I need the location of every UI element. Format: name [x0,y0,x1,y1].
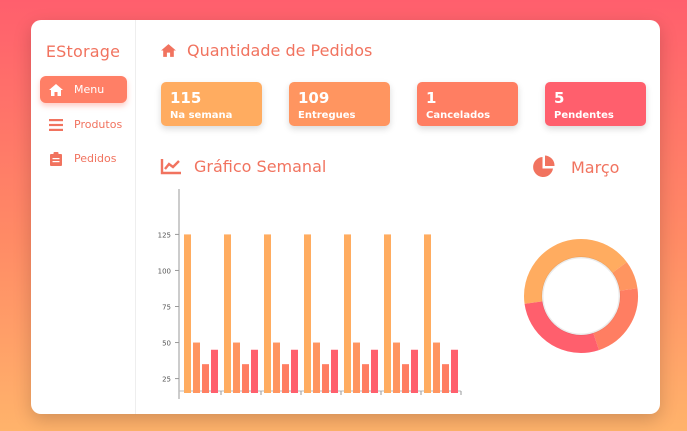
month-donut-chart [524,239,638,353]
sidebar-item-menu[interactable]: Menu [40,76,127,103]
bar [393,342,400,393]
bar [211,349,218,393]
bar [193,342,200,393]
bar [233,342,240,393]
sidebar-item-label: Produtos [74,118,123,131]
weekly-bar-chart: 25 50 75 100 125 [158,189,462,399]
weekly-chart-title-text: Gráfico Semanal [194,157,327,176]
y-tick-label: 75 [162,304,171,312]
clipboard-icon [48,151,64,167]
bar [433,342,440,393]
y-tick-label: 100 [158,267,171,275]
y-tick-label: 25 [162,376,171,384]
bar [384,234,391,393]
bar [331,349,338,393]
bar [202,364,209,393]
stat-value: 109 [298,89,330,107]
dashboard-card: EStorage Menu Produtos Pedidos Quantidad… [31,20,660,414]
page-title: Quantidade de Pedidos [160,41,372,60]
sidebar-item-label: Menu [74,83,105,96]
bar [224,234,231,393]
brand-logo[interactable]: EStorage [31,42,135,61]
bar [362,364,369,393]
sidebar-item-label: Pedidos [74,152,117,165]
stat-label: Pendentes [554,110,614,121]
home-icon [160,43,177,58]
bar [451,349,458,393]
stat-value: 115 [170,89,202,107]
stat-value: 1 [426,89,437,107]
stat-value: 5 [554,89,565,107]
stat-label: Entregues [298,110,356,121]
stat-card-cancelados[interactable]: 1 Cancelados [417,82,518,126]
bar [184,234,191,393]
month-chart-title-text: Março [571,157,620,177]
bar [304,234,311,393]
stat-card-semana[interactable]: 115 Na semana [161,82,262,126]
month-chart-title: Março [532,155,619,179]
sidebar: EStorage Menu Produtos Pedidos [31,20,136,414]
bar [291,349,298,393]
sidebar-item-produtos[interactable]: Produtos [40,111,127,138]
y-tick-label: 125 [158,231,171,239]
bar [313,342,320,393]
chart-line-icon [160,158,182,175]
donut-hole [541,256,621,336]
stat-label: Na semana [170,110,233,121]
bar [353,342,360,393]
y-tick-label: 50 [162,340,171,348]
bar [344,234,351,393]
bar [273,342,280,393]
stat-card-entregues[interactable]: 109 Entregues [289,82,390,126]
pie-chart-icon [532,155,556,179]
bar [264,234,271,393]
bar [424,234,431,393]
page-title-text: Quantidade de Pedidos [187,41,373,60]
bar [282,364,289,393]
bar [251,349,258,393]
bar [322,364,329,393]
home-icon [48,82,64,98]
sidebar-item-pedidos[interactable]: Pedidos [40,145,127,172]
list-icon [48,117,64,133]
stat-label: Cancelados [426,110,491,121]
bar [411,349,418,393]
stat-card-pendentes[interactable]: 5 Pendentes [545,82,646,126]
bar [442,364,449,393]
bar [242,364,249,393]
bar [402,364,409,393]
bar [371,349,378,393]
weekly-chart-title: Gráfico Semanal [160,157,326,176]
